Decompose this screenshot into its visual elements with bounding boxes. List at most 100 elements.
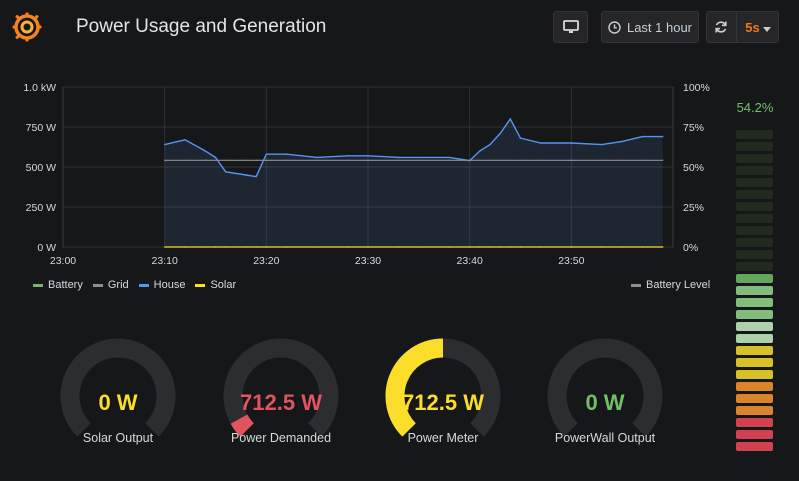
time-range-label: Last 1 hour <box>626 19 693 35</box>
data-point-solar <box>489 246 491 248</box>
grafana-logo-icon[interactable] <box>12 12 42 42</box>
legend-label: Grid <box>107 279 129 291</box>
data-point-house <box>448 156 451 159</box>
y-axis-tick-label: 250 W <box>26 202 56 214</box>
battery-segment <box>736 130 773 139</box>
battery-segment <box>736 202 773 211</box>
y-axis-right-tick-label: 0% <box>683 242 698 254</box>
battery-segment <box>736 442 773 451</box>
data-point-battery-level <box>621 159 623 162</box>
data-point-solar <box>570 246 573 248</box>
data-point-solar <box>245 246 247 248</box>
data-point-battery-level <box>265 159 268 162</box>
battery-segment <box>736 358 773 367</box>
data-point-house <box>621 140 623 143</box>
gauge-track <box>547 338 663 437</box>
gauge-value: 0 W <box>98 390 138 415</box>
data-point-solar <box>448 246 451 248</box>
x-axis-tick-label: 23:20 <box>253 255 279 267</box>
legend-item-solar[interactable]: Solar <box>195 279 236 291</box>
legend-item-house[interactable]: House <box>138 279 185 291</box>
data-point-house <box>397 156 400 159</box>
legend-item-grid[interactable]: Grid <box>92 279 129 291</box>
data-point-battery-level <box>468 159 471 162</box>
data-point-solar <box>641 246 644 248</box>
y-axis-tick-label: 0 W <box>37 242 56 254</box>
battery-level-panel[interactable]: 54.2% <box>730 92 780 462</box>
data-point-solar <box>519 246 522 248</box>
data-point-solar <box>285 246 288 248</box>
legend-item-battery-level[interactable]: Battery Level <box>631 279 710 291</box>
legend-label: Solar <box>210 279 237 291</box>
data-point-battery-level <box>662 159 664 162</box>
tv-mode-button[interactable] <box>553 11 588 43</box>
data-point-battery-level <box>346 159 349 162</box>
refresh-icon[interactable] <box>714 20 728 34</box>
data-point-battery-level <box>601 159 603 162</box>
data-point-house <box>519 137 522 139</box>
data-point-house <box>224 171 227 173</box>
gauge-arc <box>60 338 176 437</box>
data-point-solar <box>540 246 542 248</box>
battery-segment <box>736 298 773 307</box>
data-point-house <box>601 143 603 146</box>
x-axis-tick-label: 23:40 <box>457 255 483 267</box>
data-point-battery-level <box>184 159 186 162</box>
gauge-power-demanded[interactable]: 712.5 W Power Demanded <box>211 338 351 448</box>
data-point-house <box>316 156 319 159</box>
gauge-power-meter[interactable]: 712.5 W Power Meter <box>373 338 513 448</box>
battery-segment <box>736 346 773 355</box>
battery-segment <box>736 370 773 379</box>
data-point-solar <box>499 246 502 248</box>
data-point-solar <box>468 246 471 248</box>
refresh-picker[interactable]: 5s <box>706 11 779 43</box>
y-axis-right-tick-label: 25% <box>683 202 704 214</box>
data-point-solar <box>509 246 512 248</box>
battery-segment <box>736 322 773 331</box>
gauge-label: Solar Output <box>82 431 154 445</box>
data-point-house <box>184 139 186 141</box>
data-point-solar <box>418 246 420 248</box>
data-point-house <box>255 175 257 178</box>
data-point-house <box>489 143 491 146</box>
battery-segment <box>736 190 773 199</box>
legend-item-battery[interactable]: Battery <box>33 279 83 291</box>
power-graph-panel[interactable]: 0 W 250 W 500 W 750 W 1.0 kW 0% 25% 50% 75% 100%… <box>0 56 730 306</box>
data-point-house <box>367 155 369 157</box>
y-axis-tick-label: 750 W <box>26 122 56 134</box>
chevron-down-icon <box>762 26 771 32</box>
data-point-solar <box>184 246 186 248</box>
data-point-house <box>499 132 502 135</box>
data-point-house <box>214 156 217 159</box>
data-point-battery-level <box>641 159 644 162</box>
data-point-battery-level <box>448 159 451 162</box>
power-graph[interactable]: 0 W 250 W 500 W 750 W 1.0 kW 0% 25% 50% 75% 100%… <box>0 56 730 306</box>
gauge-powerwall-output[interactable]: 0 W PowerWall Output <box>535 338 675 448</box>
data-point-house <box>479 150 481 152</box>
data-point-battery-level <box>367 159 369 162</box>
data-point-battery-level <box>489 159 491 162</box>
data-point-battery-level <box>540 159 542 162</box>
gauge-fill <box>385 338 444 437</box>
gauge-value: 0 W <box>585 390 625 415</box>
top-navbar: Power Usage and Generation Last 1 hour 5… <box>0 0 799 56</box>
battery-segment <box>736 274 773 283</box>
data-point-battery-level <box>245 159 247 162</box>
gauge-solar-output[interactable]: 0 W Solar Output <box>48 338 188 448</box>
time-range-picker[interactable]: Last 1 hour <box>601 11 699 43</box>
data-point-solar <box>397 246 400 248</box>
data-point-house <box>265 153 268 155</box>
legend-swatch <box>92 283 103 287</box>
data-point-battery-level <box>479 159 481 162</box>
data-point-house <box>346 155 349 157</box>
legend-swatch <box>631 283 641 287</box>
y-axis-right-tick-label: 100% <box>683 82 710 94</box>
data-point-house <box>204 150 207 152</box>
clock-icon <box>608 20 621 34</box>
battery-segment <box>736 382 773 391</box>
refresh-interval-dropdown[interactable]: 5s <box>745 20 771 35</box>
gauge-value: 712.5 W <box>402 390 484 415</box>
data-point-battery-level <box>163 159 166 162</box>
dashboard-title[interactable]: Power Usage and Generation <box>76 16 326 38</box>
data-point-battery-level <box>509 159 512 162</box>
